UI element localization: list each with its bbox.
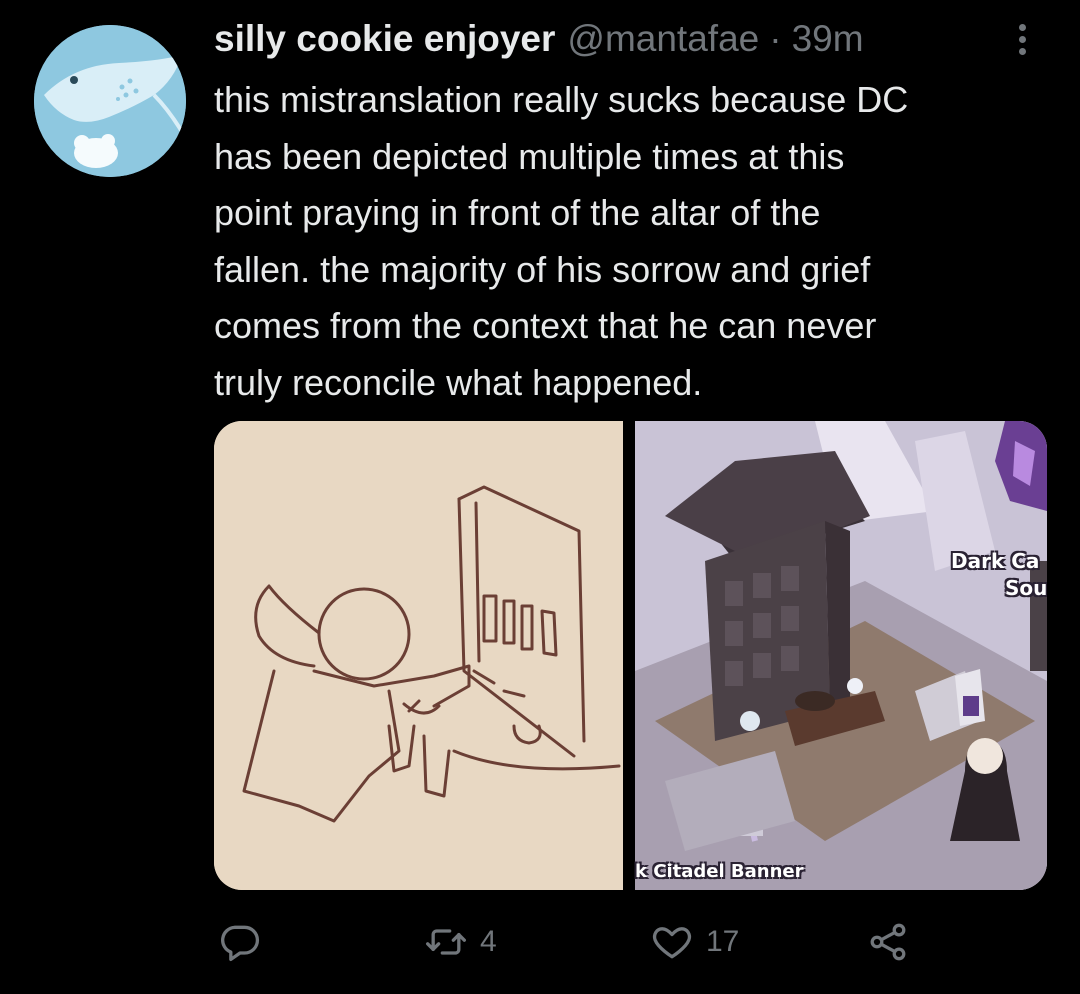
heart-icon [652,927,692,959]
like-button[interactable]: 17 [650,920,739,964]
manta-ray-avatar-icon [34,25,186,177]
share-icon [870,923,906,961]
tweet-text: this mistranslation really sucks because… [214,79,909,403]
share-button[interactable] [866,920,910,964]
retweet-button[interactable]: 4 [424,920,497,964]
more-options-icon[interactable] [1010,24,1034,64]
retweet-count: 4 [480,925,497,958]
game-screenshot-image[interactable]: Dark Ca Sou k Citadel Banner [635,421,1047,890]
separator: · [769,18,782,59]
game-label-bottom: k Citadel Banner [635,861,804,882]
game-label-top-line2: Sou [1005,576,1047,600]
sketch-image[interactable] [214,421,623,890]
tweet-actions: 4 17 [0,920,1080,970]
display-name[interactable]: silly cookie enjoyer [214,18,555,60]
reply-icon [221,925,260,962]
media-grid: Dark Ca Sou k Citadel Banner [214,421,1047,890]
like-count: 17 [706,925,740,958]
retweet-icon [426,929,466,955]
game-label-top-line1: Dark Ca [951,549,1040,573]
avatar[interactable] [34,25,186,177]
tweet-header: silly cookie enjoyer @mantafae · 39m [214,18,864,68]
timestamp[interactable]: 39m [792,18,864,60]
reply-button[interactable] [218,920,262,964]
user-handle[interactable]: @mantafae [567,18,759,60]
tweet: silly cookie enjoyer @mantafae · 39m thi… [0,0,1080,994]
